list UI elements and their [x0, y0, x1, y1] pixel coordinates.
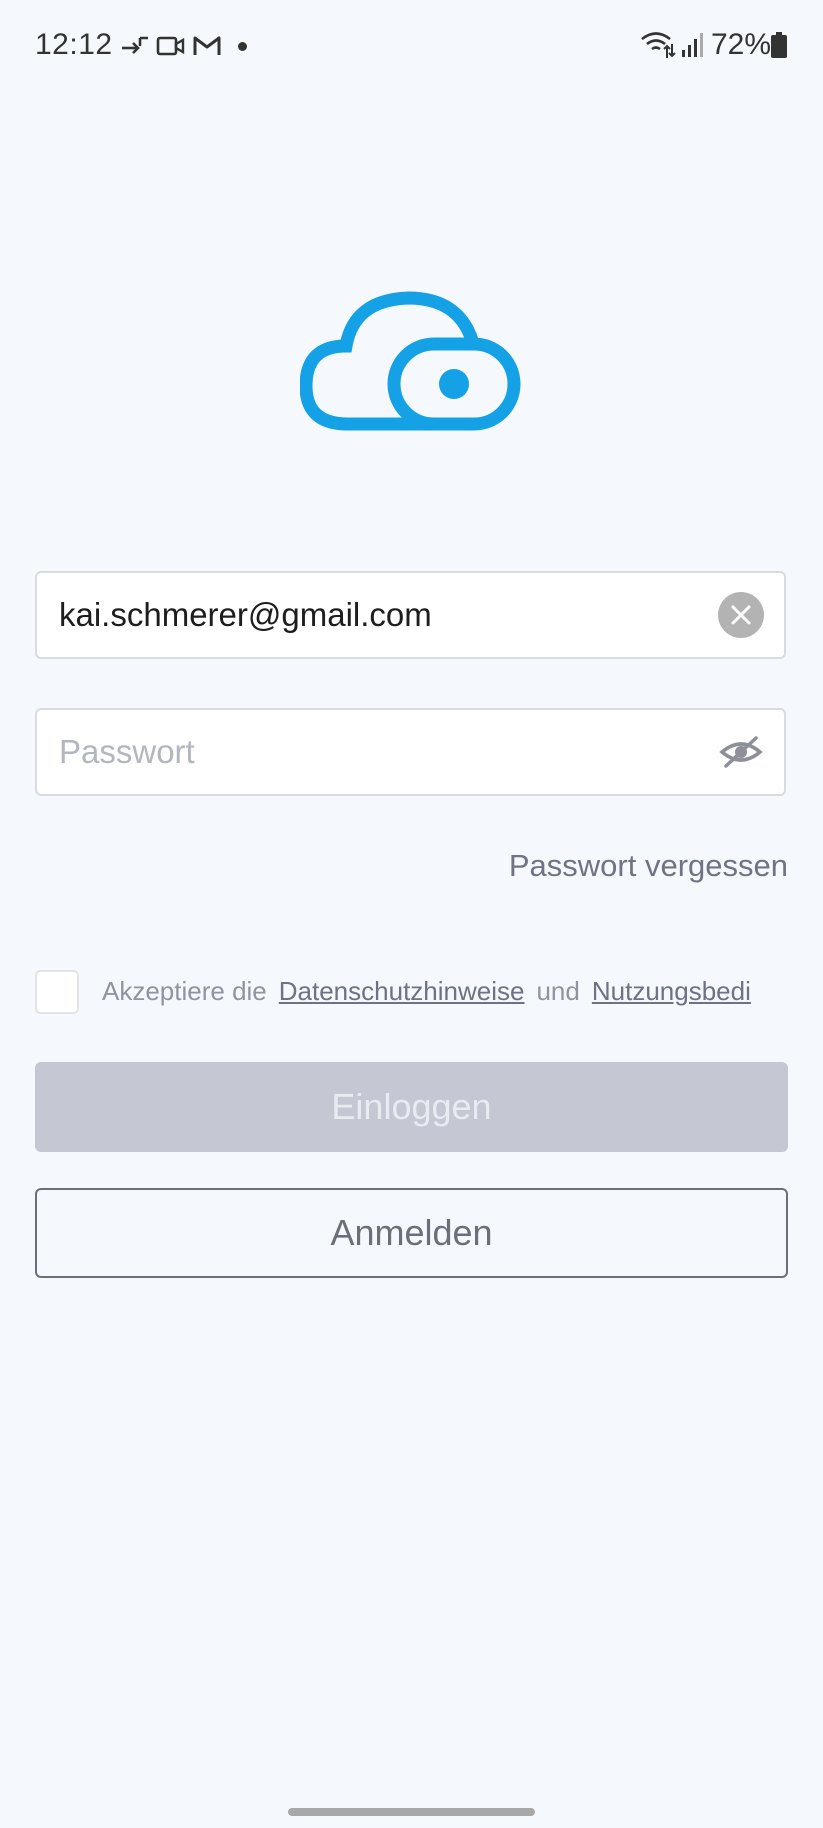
- password-field[interactable]: Passwort: [35, 708, 786, 796]
- password-placeholder[interactable]: Passwort: [59, 733, 195, 771]
- toggle-password-visibility-button[interactable]: [718, 734, 764, 770]
- wifi-icon: [641, 32, 676, 58]
- terms-of-use-link[interactable]: Nutzungsbedi: [592, 976, 751, 1006]
- terms-prefix: Akzeptiere die: [102, 976, 267, 1006]
- email-field[interactable]: kai.schmerer@gmail.com: [35, 571, 786, 659]
- forgot-password-link[interactable]: Passwort vergessen: [509, 848, 788, 884]
- notification-dot-icon: [238, 42, 247, 51]
- cloud-eye-logo-icon: [300, 291, 521, 431]
- register-button[interactable]: Anmelden: [35, 1188, 788, 1278]
- home-indicator[interactable]: [288, 1808, 535, 1816]
- email-value[interactable]: kai.schmerer@gmail.com: [59, 596, 432, 634]
- close-icon: [731, 605, 751, 625]
- terms-text: Akzeptiere die Datenschutzhinweise und Nutz…: [102, 976, 788, 1016]
- signal-icon: [682, 33, 703, 57]
- terms-checkbox[interactable]: [35, 970, 79, 1014]
- battery-percentage: 72%: [711, 28, 772, 61]
- gmail-icon: [193, 36, 221, 55]
- call-forward-icon: [122, 36, 148, 54]
- status-time: 12:12: [35, 28, 113, 61]
- battery-icon: [771, 32, 787, 58]
- eye-off-icon: [719, 736, 763, 768]
- terms-and: und: [536, 976, 580, 1006]
- clear-email-button[interactable]: [718, 592, 764, 638]
- privacy-notice-link[interactable]: Datenschutzhinweise: [279, 976, 525, 1006]
- login-button[interactable]: Einloggen: [35, 1062, 788, 1152]
- video-icon: [156, 36, 185, 56]
- status-bar: 12:12 72%: [0, 0, 823, 94]
